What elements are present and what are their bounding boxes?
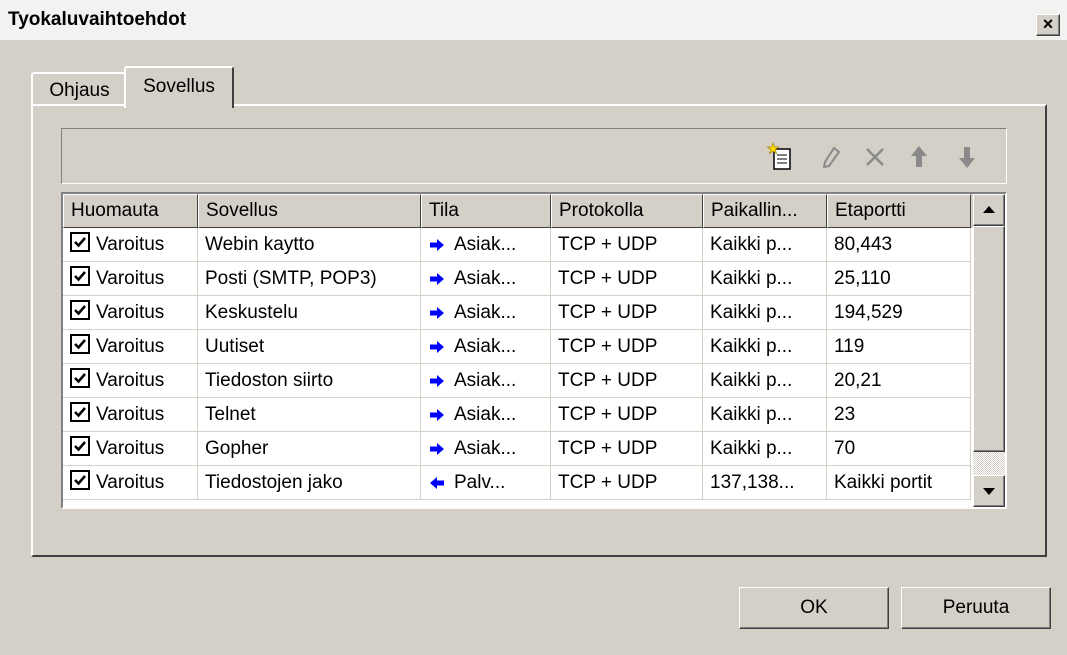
tab-ohjaus[interactable]: Ohjaus [31, 72, 128, 106]
window-title: Tyokaluvaihtoehdot [8, 9, 187, 30]
title-bar: Tyokaluvaihtoehdot × [0, 0, 1067, 40]
tab-sovellus[interactable]: Sovellus [124, 66, 234, 108]
tab-label: Ohjaus [49, 80, 110, 101]
tab-label: Sovellus [143, 76, 215, 97]
cancel-button[interactable]: Peruuta [901, 587, 1051, 629]
ok-button[interactable]: OK [739, 587, 889, 629]
close-button[interactable]: × [1036, 14, 1060, 36]
tab-panel [31, 104, 1047, 557]
